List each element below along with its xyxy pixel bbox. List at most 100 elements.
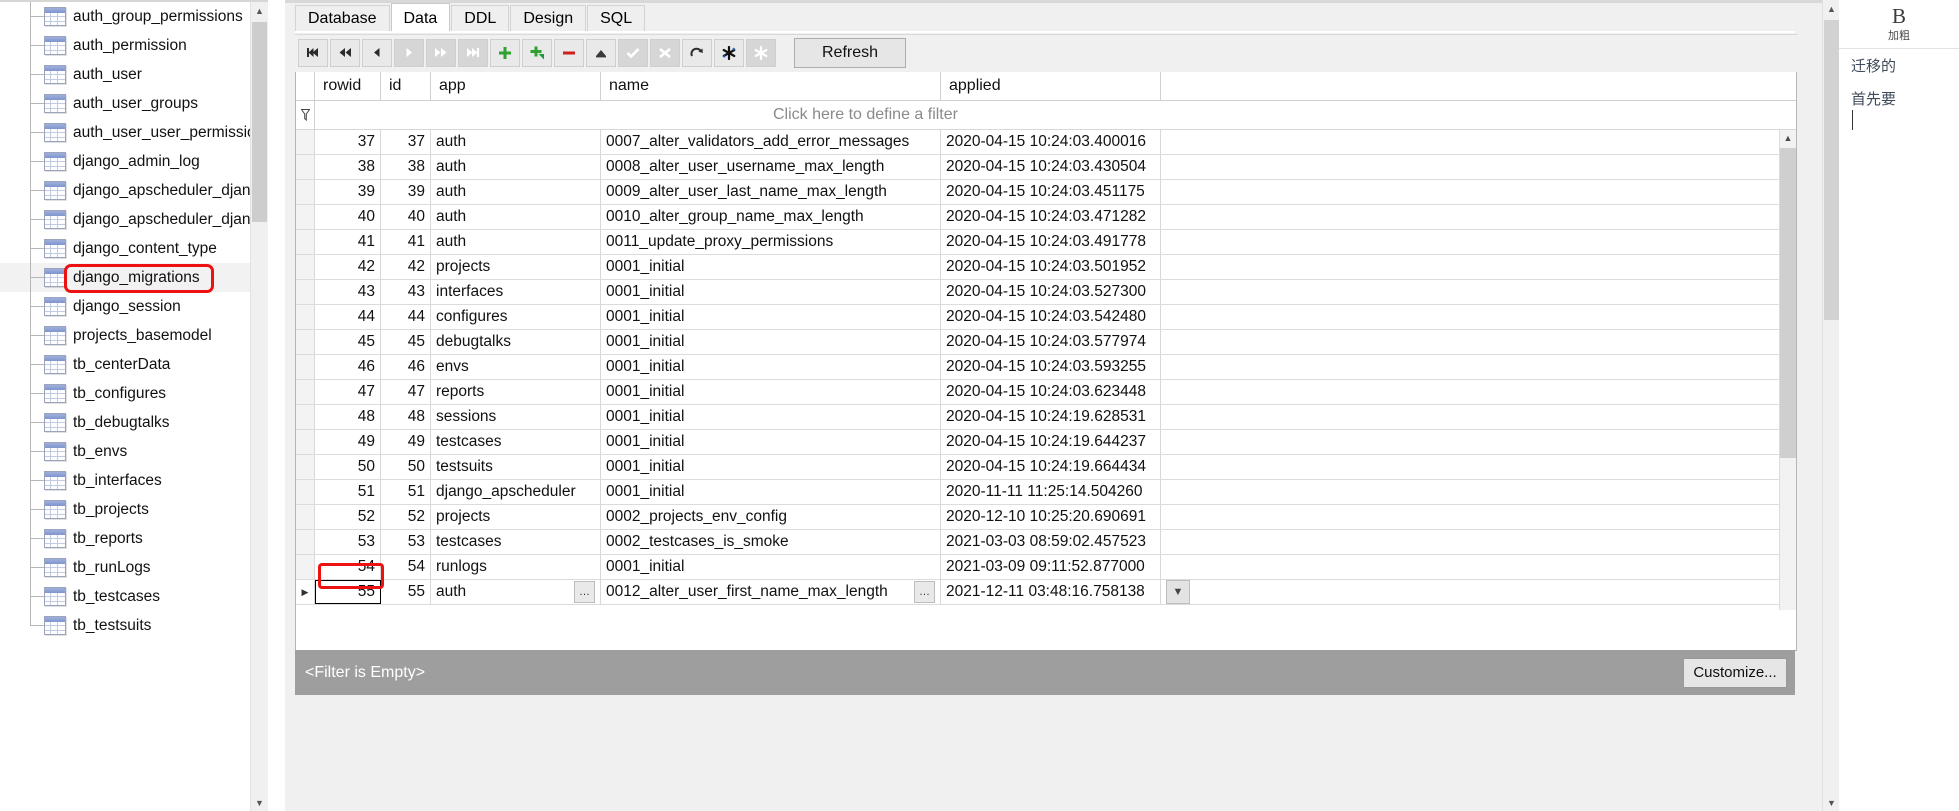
table-row[interactable]: 40 40 auth 0010_alter_group_name_max_length…: [296, 205, 1796, 230]
cell-name[interactable]: 0001_initial: [601, 255, 941, 279]
cell-applied[interactable]: 2020-04-15 10:24:03.527300: [941, 280, 1161, 304]
cell-name[interactable]: 0008_alter_user_username_max_length: [601, 155, 941, 179]
cell-id[interactable]: 40: [381, 205, 431, 229]
cell-app[interactable]: auth: [431, 230, 601, 254]
cell-id[interactable]: 47: [381, 380, 431, 404]
tab-sql[interactable]: SQL: [587, 5, 646, 32]
column-header-name[interactable]: name: [601, 72, 941, 100]
cell-app[interactable]: django_apscheduler: [431, 480, 601, 504]
tree-item-tb_reports[interactable]: tb_reports: [0, 524, 268, 553]
tab-database[interactable]: Database: [295, 5, 390, 32]
set-null-button[interactable]: [714, 38, 744, 67]
tree-item-tb_runLogs[interactable]: tb_runLogs: [0, 553, 268, 582]
cell-applied[interactable]: 2020-04-15 10:24:19.628531: [941, 405, 1161, 429]
cell-applied[interactable]: 2020-04-15 10:24:19.644237: [941, 430, 1161, 454]
tab-design[interactable]: Design: [510, 5, 587, 32]
cell-name[interactable]: 0012_alter_user_first_name_max_length…: [601, 580, 941, 604]
cell-applied[interactable]: 2020-04-15 10:24:03.451175: [941, 180, 1161, 204]
grid-vertical-scrollbar[interactable]: ▲ ▼: [1779, 130, 1796, 610]
tree-item-django_apscheduler_django[interactable]: django_apscheduler_django: [0, 176, 268, 205]
cell-id[interactable]: 46: [381, 355, 431, 379]
tree-scroll-thumb[interactable]: [252, 22, 267, 222]
cell-id[interactable]: 48: [381, 405, 431, 429]
outer-vertical-scrollbar[interactable]: ▲ ▼: [1822, 0, 1840, 811]
table-row[interactable]: 46 46 envs 0001_initial 2020-04-15 10:24:03.…: [296, 355, 1796, 380]
cell-rowid[interactable]: 48: [315, 405, 381, 429]
cell-id[interactable]: 52: [381, 505, 431, 529]
chevron-down-icon[interactable]: ▼: [251, 794, 268, 811]
cell-app[interactable]: envs: [431, 355, 601, 379]
cell-name[interactable]: 0001_initial: [601, 405, 941, 429]
tree-item-tb_testsuits[interactable]: tb_testsuits: [0, 611, 268, 640]
table-row[interactable]: 44 44 configures 0001_initial 2020-04-15 10:…: [296, 305, 1796, 330]
cell-applied[interactable]: 2020-04-15 10:24:03.501952: [941, 255, 1161, 279]
tree-item-tb_configures[interactable]: tb_configures: [0, 379, 268, 408]
tree-item-tb_testcases[interactable]: tb_testcases: [0, 582, 268, 611]
cell-applied[interactable]: 2020-04-15 10:24:03.400016: [941, 130, 1161, 154]
cell-id[interactable]: 53: [381, 530, 431, 554]
cell-app[interactable]: debugtalks: [431, 330, 601, 354]
cell-rowid[interactable]: 38: [315, 155, 381, 179]
cell-id[interactable]: 45: [381, 330, 431, 354]
cell-id[interactable]: 37: [381, 130, 431, 154]
chevron-up-icon[interactable]: ▲: [1823, 0, 1840, 17]
table-row[interactable]: 50 50 testsuits 0001_initial 2020-04-15 10:2…: [296, 455, 1796, 480]
cell-app[interactable]: projects: [431, 255, 601, 279]
cell-id[interactable]: 49: [381, 430, 431, 454]
tree-item-django_content_type[interactable]: django_content_type: [0, 234, 268, 263]
table-row[interactable]: 49 49 testcases 0001_initial 2020-04-15 10:2…: [296, 430, 1796, 455]
table-row[interactable]: 54 54 runlogs 0001_initial 2021-03-09 09:11:…: [296, 555, 1796, 580]
cell-name[interactable]: 0001_initial: [601, 355, 941, 379]
cell-app-expand-button[interactable]: …: [574, 581, 595, 603]
cell-name[interactable]: 0001_initial: [601, 330, 941, 354]
cell-app[interactable]: sessions: [431, 405, 601, 429]
cell-applied[interactable]: 2020-04-15 10:24:03.542480: [941, 305, 1161, 329]
refresh-button[interactable]: Refresh: [794, 37, 906, 68]
cell-applied[interactable]: 2020-11-11 11:25:14.504260: [941, 480, 1161, 504]
cell-name[interactable]: 0001_initial: [601, 555, 941, 579]
cell-name[interactable]: 0002_testcases_is_smoke: [601, 530, 941, 554]
table-row[interactable]: 52 52 projects 0002_projects_env_config 2020…: [296, 505, 1796, 530]
cell-name[interactable]: 0009_alter_user_last_name_max_length: [601, 180, 941, 204]
cell-id[interactable]: 41: [381, 230, 431, 254]
cell-app[interactable]: auth: [431, 205, 601, 229]
grid-scroll-thumb[interactable]: [1780, 148, 1796, 458]
cell-id[interactable]: 50: [381, 455, 431, 479]
table-row[interactable]: 53 53 testcases 0002_testcases_is_smoke 2021…: [296, 530, 1796, 555]
cell-rowid[interactable]: 43: [315, 280, 381, 304]
cell-app[interactable]: reports: [431, 380, 601, 404]
cell-rowid[interactable]: 41: [315, 230, 381, 254]
column-header-app[interactable]: app: [431, 72, 601, 100]
tab-data[interactable]: Data: [390, 3, 451, 33]
table-row[interactable]: 37 37 auth 0007_alter_validators_add_error_…: [296, 130, 1796, 155]
editor-tabstrip[interactable]: Database Data DDL Design SQL: [295, 3, 646, 33]
tree-item-auth_user_groups[interactable]: auth_user_groups: [0, 89, 268, 118]
cell-rowid[interactable]: 37: [315, 130, 381, 154]
cell-name-expand-button[interactable]: …: [914, 581, 935, 603]
cell-app[interactable]: runlogs: [431, 555, 601, 579]
cell-name[interactable]: 0011_update_proxy_permissions: [601, 230, 941, 254]
cell-rowid[interactable]: 51: [315, 480, 381, 504]
first-record-button[interactable]: [298, 38, 328, 67]
tree-item-auth_group_permissions[interactable]: auth_group_permissions: [0, 2, 268, 31]
grid-filter-row[interactable]: Click here to define a filter: [296, 101, 1796, 130]
cell-app[interactable]: interfaces: [431, 280, 601, 304]
cell-name[interactable]: 0001_initial: [601, 380, 941, 404]
tree-item-projects_basemodel[interactable]: projects_basemodel: [0, 321, 268, 350]
tree-item-tb_interfaces[interactable]: tb_interfaces: [0, 466, 268, 495]
cell-applied[interactable]: 2020-04-15 10:24:03.430504: [941, 155, 1161, 179]
cell-rowid[interactable]: 39: [315, 180, 381, 204]
cell-id[interactable]: 54: [381, 555, 431, 579]
filter-hint-label[interactable]: Click here to define a filter: [315, 106, 1796, 124]
cell-applied[interactable]: 2020-12-10 10:25:20.690691: [941, 505, 1161, 529]
table-row-current[interactable]: ▶ 55 55 auth… 0012_alter_user_first_name_max…: [296, 580, 1796, 605]
tree-item-django_session[interactable]: django_session: [0, 292, 268, 321]
cell-id[interactable]: 51: [381, 480, 431, 504]
cell-id[interactable]: 42: [381, 255, 431, 279]
cell-applied[interactable]: 2020-04-15 10:24:03.471282: [941, 205, 1161, 229]
cell-app[interactable]: auth: [431, 155, 601, 179]
prev-page-button[interactable]: [330, 38, 360, 67]
export-button[interactable]: [586, 38, 616, 67]
filter-funnel-icon[interactable]: [296, 101, 315, 129]
table-row[interactable]: 41 41 auth 0011_update_proxy_permissions 202…: [296, 230, 1796, 255]
